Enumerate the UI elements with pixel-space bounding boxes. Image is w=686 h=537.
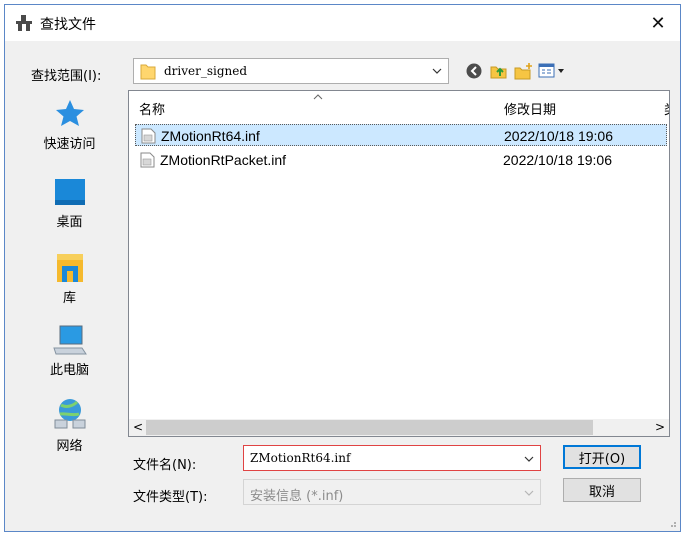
filename-input[interactable]: ZMotionRt64.inf <box>250 451 350 465</box>
places-bar: 快速访问 桌面 库 此电脑 网络 <box>17 90 122 470</box>
filename-combo[interactable]: ZMotionRt64.inf <box>243 445 541 471</box>
scrollbar-thumb[interactable] <box>146 420 593 435</box>
open-file-dialog: 查找文件 ✕ 查找范围(I): driver_signed 快速访问 桌面 库 … <box>4 4 681 532</box>
place-label-this-pc: 此电脑 <box>49 363 89 378</box>
close-button[interactable]: ✕ <box>636 5 680 41</box>
chevron-down-icon[interactable] <box>432 66 442 76</box>
file-list[interactable]: 名称 修改日期 类 ZMotionRt64.inf 2022/10/18 19:… <box>128 90 670 437</box>
look-in-label: 查找范围(I): <box>31 69 102 84</box>
up-folder-icon[interactable] <box>489 62 509 80</box>
close-icon: ✕ <box>650 12 666 34</box>
window-title: 查找文件 <box>40 17 96 33</box>
place-network[interactable]: 网络 <box>17 396 122 454</box>
place-label-quick-access: 快速访问 <box>43 137 96 152</box>
file-row[interactable]: ZMotionRt64.inf 2022/10/18 19:06 <box>135 124 667 146</box>
place-quick-access[interactable]: 快速访问 <box>17 98 122 152</box>
place-this-pc[interactable]: 此电脑 <box>17 324 122 378</box>
back-icon[interactable] <box>465 62 485 80</box>
computer-icon <box>52 325 87 355</box>
cancel-button[interactable]: 取消 <box>563 478 641 502</box>
desktop-icon <box>54 179 85 205</box>
find-file-icon <box>16 15 32 31</box>
filename-label: 文件名(N): <box>133 458 197 473</box>
column-header-name[interactable]: 名称 <box>139 99 165 118</box>
new-folder-icon[interactable] <box>514 62 534 80</box>
scroll-right-icon[interactable]: > <box>655 421 665 433</box>
filetype-value: 安装信息 (*.inf) <box>250 489 344 504</box>
file-date: 2022/10/18 19:06 <box>503 152 612 168</box>
folder-icon <box>140 64 156 80</box>
column-header-date[interactable]: 修改日期 <box>504 99 556 118</box>
file-date: 2022/10/18 19:06 <box>504 128 613 144</box>
place-library[interactable]: 库 <box>17 252 122 306</box>
horizontal-scrollbar[interactable]: < > <box>129 419 669 436</box>
title-bar[interactable]: 查找文件 ✕ <box>5 5 680 41</box>
resize-grip-icon[interactable] <box>667 518 677 528</box>
filetype-select[interactable]: 安装信息 (*.inf) <box>243 479 541 505</box>
file-name: ZMotionRtPacket.inf <box>160 152 287 168</box>
file-row[interactable]: ZMotionRtPacket.inf 2022/10/18 19:06 <box>135 149 667 171</box>
chevron-down-icon[interactable] <box>524 488 534 498</box>
inf-file-icon <box>140 152 155 168</box>
file-name: ZMotionRt64.inf <box>161 128 260 144</box>
place-label-library: 库 <box>62 291 76 306</box>
look-in-combo[interactable]: driver_signed <box>133 58 449 84</box>
place-label-desktop: 桌面 <box>56 215 83 230</box>
view-menu-icon[interactable] <box>538 62 568 80</box>
open-button[interactable]: 打开(O) <box>563 445 641 469</box>
place-label-network: 网络 <box>56 439 83 454</box>
scroll-left-icon[interactable]: < <box>133 421 143 433</box>
chevron-down-icon[interactable] <box>524 454 534 464</box>
column-header-type[interactable]: 类 <box>664 99 669 118</box>
sort-ascending-icon <box>313 94 323 100</box>
look-in-value: driver_signed <box>164 64 248 78</box>
filetype-label: 文件类型(T): <box>133 490 208 505</box>
library-icon <box>56 254 83 282</box>
star-icon <box>55 100 84 126</box>
network-icon <box>54 399 85 429</box>
place-desktop[interactable]: 桌面 <box>17 176 122 230</box>
inf-file-icon <box>141 128 156 144</box>
